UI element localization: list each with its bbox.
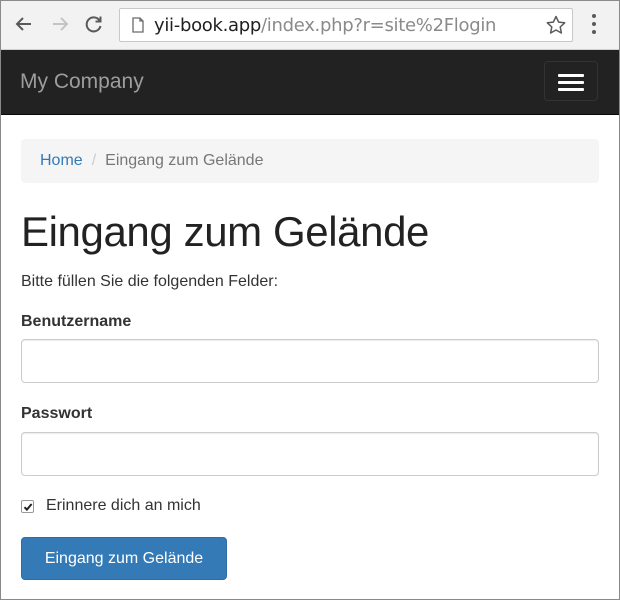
page-icon bbox=[132, 17, 144, 33]
password-input[interactable] bbox=[21, 432, 599, 476]
site-navbar: My Company bbox=[1, 50, 619, 115]
remember-me[interactable]: Erinnere dich an mich bbox=[21, 496, 201, 516]
vertical-dots-icon[interactable] bbox=[591, 13, 597, 35]
reload-icon bbox=[85, 16, 102, 33]
breadcrumb-current: Eingang zum Gelände bbox=[105, 152, 264, 169]
back-button[interactable] bbox=[11, 10, 37, 38]
remember-label: Erinnere dich an mich bbox=[46, 497, 201, 514]
intro-text: Bitte füllen Sie die folgenden Felder: bbox=[21, 273, 279, 290]
back-arrow-icon bbox=[15, 17, 31, 31]
reload-button[interactable] bbox=[81, 10, 107, 38]
star-icon[interactable] bbox=[545, 14, 567, 36]
checkmark-icon bbox=[23, 502, 33, 511]
url-host: yii-book.app bbox=[154, 15, 262, 36]
remember-checkbox[interactable] bbox=[21, 499, 34, 513]
browser-window: yii-book.app/index.php?r=site%2Flogin My… bbox=[0, 0, 620, 600]
username-input[interactable] bbox=[21, 339, 599, 383]
breadcrumb: Home / Eingang zum Gelände bbox=[21, 139, 599, 183]
url-path: /index.php?r=site%2Flogin bbox=[261, 15, 497, 36]
nav-toggle-button[interactable] bbox=[544, 61, 598, 101]
breadcrumb-home[interactable]: Home bbox=[40, 152, 83, 169]
login-submit-button[interactable]: Eingang zum Gelände bbox=[21, 537, 227, 580]
forward-button[interactable] bbox=[47, 10, 73, 38]
forward-arrow-icon bbox=[53, 17, 69, 31]
page-title: Eingang zum Gelände bbox=[21, 208, 430, 255]
username-label: Benutzername bbox=[21, 313, 132, 330]
breadcrumb-separator: / bbox=[91, 152, 97, 169]
browser-toolbar: yii-book.app/index.php?r=site%2Flogin bbox=[1, 1, 619, 50]
password-label: Passwort bbox=[21, 405, 93, 422]
address-bar[interactable]: yii-book.app/index.php?r=site%2Flogin bbox=[119, 8, 573, 42]
url-text: yii-book.app/index.php?r=site%2Flogin bbox=[154, 15, 496, 37]
brand-link[interactable]: My Company bbox=[20, 70, 144, 94]
